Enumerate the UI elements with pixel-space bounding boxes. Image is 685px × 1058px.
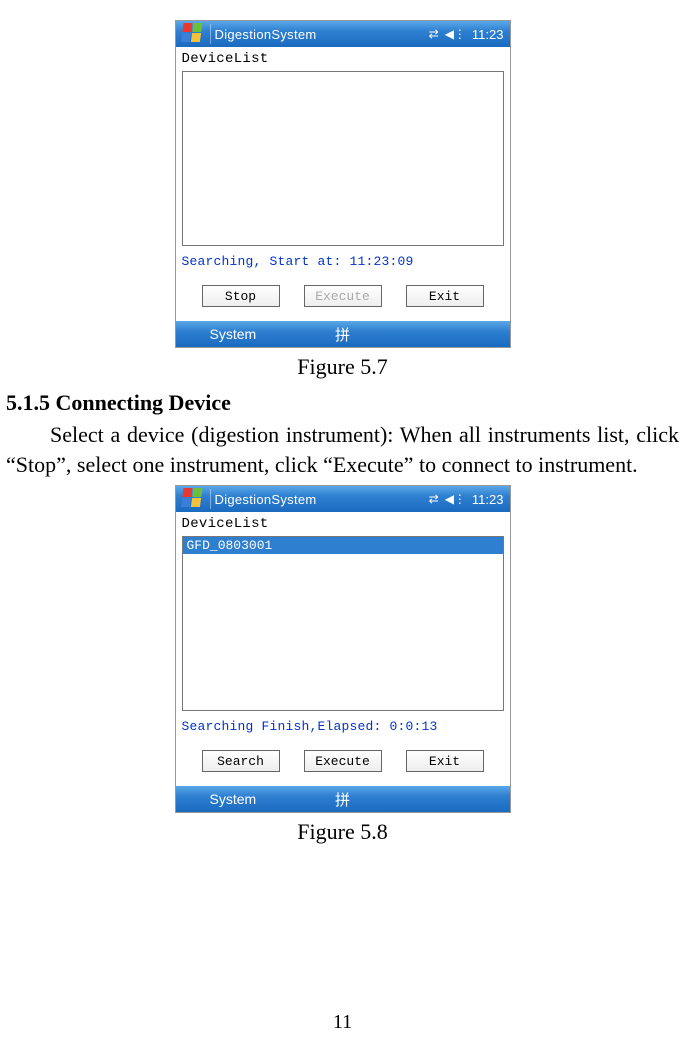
stop-button[interactable]: Stop: [202, 285, 280, 307]
volume-icon[interactable]: ◀⋮: [445, 492, 466, 506]
app-title: DigestionSystem: [215, 492, 317, 507]
exit-button[interactable]: Exit: [406, 750, 484, 772]
button-row-1: Stop Execute Exit: [182, 271, 504, 321]
phone-screen-2: DigestionSystem ⇄ ◀⋮ 11:23 DeviceList GF…: [175, 485, 511, 813]
windows-flag-icon[interactable]: [180, 488, 205, 510]
search-button[interactable]: Search: [202, 750, 280, 772]
status-text-1: Searching, Start at: 11:23:09: [182, 246, 504, 271]
volume-icon[interactable]: ◀⋮: [445, 27, 466, 41]
content-area-2: DeviceList GFD_0803001 Searching Finish,…: [176, 512, 510, 786]
clock-time: 11:23: [472, 27, 504, 42]
execute-button[interactable]: Execute: [304, 750, 382, 772]
app-title: DigestionSystem: [215, 27, 317, 42]
button-row-2: Search Execute Exit: [182, 736, 504, 786]
connectivity-icon[interactable]: ⇄: [429, 492, 439, 506]
figure-caption-2: Figure 5.8: [297, 819, 387, 845]
section-heading: 5.1.5 Connecting Device: [6, 390, 685, 416]
system-menu[interactable]: System: [210, 326, 257, 342]
content-area-1: DeviceList Searching, Start at: 11:23:09…: [176, 47, 510, 321]
bottombar-2: System 拼: [176, 786, 510, 812]
page-number: 11: [0, 1011, 685, 1034]
clock-time: 11:23: [472, 492, 504, 507]
titlebar-2: DigestionSystem ⇄ ◀⋮ 11:23: [176, 486, 510, 512]
bottombar-1: System 拼: [176, 321, 510, 347]
execute-button-disabled: Execute: [304, 285, 382, 307]
status-text-2: Searching Finish,Elapsed: 0:0:13: [182, 711, 504, 736]
figure-5-8-container: DigestionSystem ⇄ ◀⋮ 11:23 DeviceList GF…: [0, 485, 685, 845]
device-listbox-empty[interactable]: [182, 71, 504, 246]
device-list-item-selected[interactable]: GFD_0803001: [183, 537, 503, 554]
figure-caption-1: Figure 5.7: [297, 354, 387, 380]
devicelist-label: DeviceList: [182, 516, 504, 532]
titlebar-1: DigestionSystem ⇄ ◀⋮ 11:23: [176, 21, 510, 47]
connectivity-icon[interactable]: ⇄: [429, 27, 439, 41]
phone-screen-1: DigestionSystem ⇄ ◀⋮ 11:23 DeviceList Se…: [175, 20, 511, 348]
system-menu[interactable]: System: [210, 791, 257, 807]
devicelist-label: DeviceList: [182, 51, 504, 67]
figure-5-7-container: DigestionSystem ⇄ ◀⋮ 11:23 DeviceList Se…: [0, 20, 685, 380]
exit-button[interactable]: Exit: [406, 285, 484, 307]
windows-flag-icon[interactable]: [180, 23, 205, 45]
device-listbox[interactable]: GFD_0803001: [182, 536, 504, 711]
body-paragraph: Select a device (digestion instrument): …: [0, 420, 685, 479]
